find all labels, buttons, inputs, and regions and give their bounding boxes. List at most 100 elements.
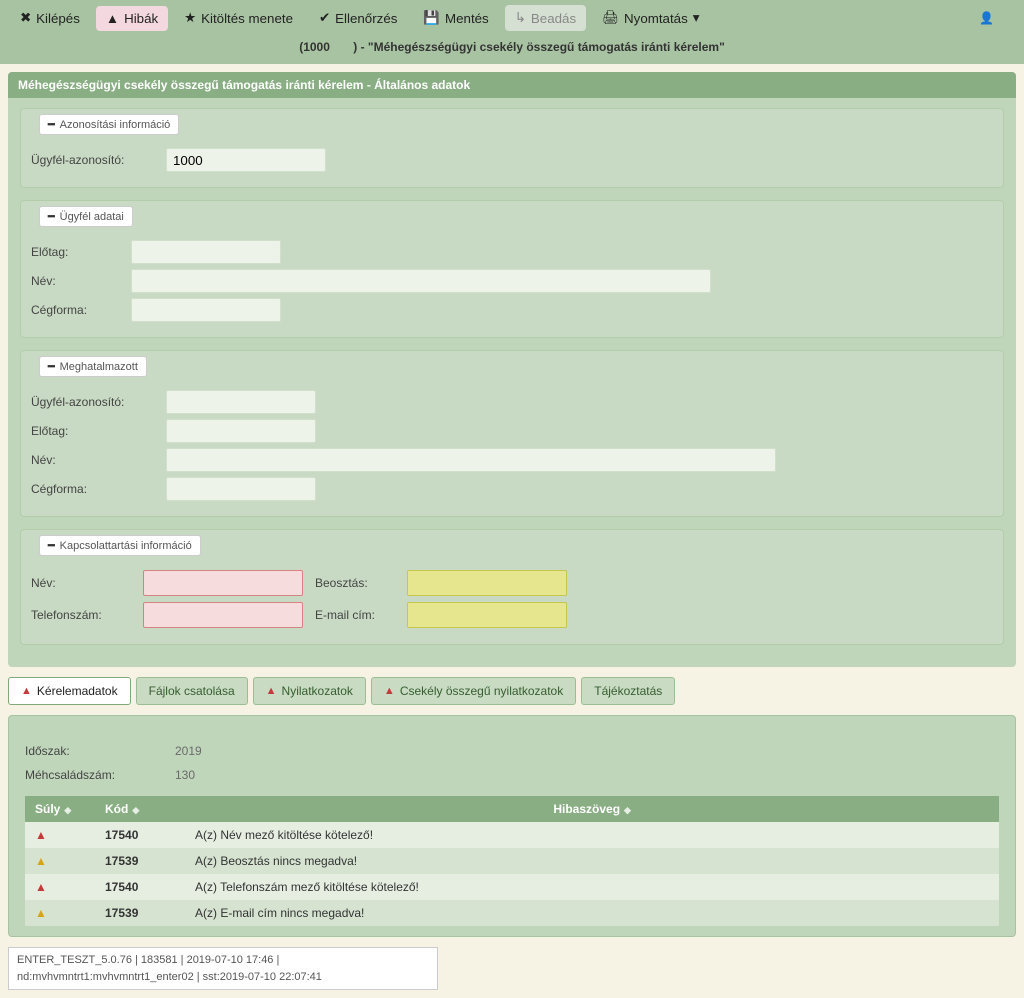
ugyfel-azonosito-field xyxy=(166,148,326,172)
group-meghatalmazott-legend[interactable]: ━ Meghatalmazott xyxy=(39,356,147,377)
severity-icon: ▲ xyxy=(35,880,47,894)
group-ugyfel-label: Ügyfél adatai xyxy=(60,211,124,223)
elotag-label: Előtag: xyxy=(31,245,121,259)
tab-nyilatkozatok-label: Nyilatkozatok xyxy=(282,684,353,698)
check-button[interactable]: ✔ Ellenőrzés xyxy=(309,5,407,31)
sort-icon: ◆ xyxy=(132,805,139,815)
tab-csekely[interactable]: ▲ Csekély összegű nyilatkozatok xyxy=(371,677,576,705)
print-button[interactable]: 🖨 Nyomtatás ▾ xyxy=(592,5,709,31)
tab-fajlok-label: Fájlok csatolása xyxy=(149,684,235,698)
warning-icon: ▲ xyxy=(21,685,32,697)
group-azonositas-legend[interactable]: ━ Azonosítási információ xyxy=(39,114,179,135)
tab-bar: ▲ Kérelemadatok Fájlok csatolása ▲ Nyila… xyxy=(8,677,1016,705)
errors-label: Hibák xyxy=(124,11,158,26)
meghat-nev-label: Név: xyxy=(31,453,156,467)
warning-icon: ▲ xyxy=(106,11,119,26)
col-kod[interactable]: Kód◆ xyxy=(95,796,185,822)
kapcs-nev-label: Név: xyxy=(31,576,131,590)
table-row[interactable]: ▲17540A(z) Név mező kitöltése kötelező! xyxy=(25,822,999,848)
error-message: A(z) Név mező kitöltése kötelező! xyxy=(185,822,999,848)
severity-icon: ▲ xyxy=(35,906,47,920)
mehcsalad-value: 130 xyxy=(175,768,195,782)
save-icon: 💾 xyxy=(423,10,440,26)
footer-line2: nd:mvhvmntrt1:mvhvmntrt1_enter02 | sst:2… xyxy=(17,969,429,986)
sort-icon: ◆ xyxy=(64,805,71,815)
group-meghatalmazott-label: Meghatalmazott xyxy=(60,361,138,373)
subtitle-suffix: ) - "Méhegészségügyi csekély összegű tám… xyxy=(353,40,725,54)
cegforma-field xyxy=(131,298,281,322)
group-kapcsolattartas-label: Kapcsolattartási információ xyxy=(60,540,192,552)
meghat-ugyfelazon-field xyxy=(166,390,316,414)
meghat-cegforma-field xyxy=(166,477,316,501)
tab-csekely-label: Csekély összegű nyilatkozatok xyxy=(400,684,563,698)
nev-label: Név: xyxy=(31,274,121,288)
error-message: A(z) Beosztás nincs megadva! xyxy=(185,848,999,874)
details-panel: Időszak: 2019 Méhcsaládszám: 130 Súly◆ K… xyxy=(8,715,1016,937)
error-code: 17540 xyxy=(105,880,138,894)
exit-button[interactable]: ✖ Kilépés xyxy=(10,5,90,31)
cegforma-label: Cégforma: xyxy=(31,303,121,317)
tab-kerelemadatok-label: Kérelemadatok xyxy=(37,684,118,698)
collapse-icon: ━ xyxy=(48,360,55,373)
user-icon[interactable]: 👤 xyxy=(979,11,994,25)
meghat-cegforma-label: Cégforma: xyxy=(31,482,156,496)
submit-label: Beadás xyxy=(531,11,576,26)
idoszak-value: 2019 xyxy=(175,744,202,758)
print-icon: 🖨 xyxy=(602,10,619,26)
warning-icon: ▲ xyxy=(266,685,277,697)
error-code: 17539 xyxy=(105,906,138,920)
submit-button: ↳ Beadás xyxy=(505,5,586,31)
table-row[interactable]: ▲ 17540 A(z) Telefonszám mező kitöltése kö… xyxy=(25,874,999,900)
check-label: Ellenőrzés xyxy=(335,11,397,26)
group-ugyfel-legend[interactable]: ━ Ügyfél adatai xyxy=(39,206,133,227)
kapcs-telefon-label: Telefonszám: xyxy=(31,608,131,622)
fill-flow-button[interactable]: ★ Kitöltés menete xyxy=(174,5,303,31)
chevron-down-icon: ▾ xyxy=(693,10,700,26)
collapse-icon: ━ xyxy=(48,210,55,223)
errors-button[interactable]: ▲ Hibák xyxy=(96,6,168,31)
tab-nyilatkozatok[interactable]: ▲ Nyilatkozatok xyxy=(253,677,366,705)
ugyfel-azonosito-label: Ügyfél-azonosító: xyxy=(31,153,156,167)
error-table: Súly◆ Kód◆ Hibaszöveg ◆ ▲ 17540 A(z) Név me… xyxy=(25,796,999,926)
subtitle-bar: (1000 ) - "Méhegészségügyi csekély össze… xyxy=(0,36,1024,64)
toolbar: ✖ Kilépés ▲ Hibák ★ Kitöltés menete ✔ El… xyxy=(0,0,1024,36)
fill-flow-label: Kitöltés menete xyxy=(201,11,293,26)
tab-fajlok[interactable]: Fájlok csatolása xyxy=(136,677,248,705)
group-kapcsolattartas: ━ Kapcsolattartási információ Név: Beosz… xyxy=(20,529,1004,645)
kapcs-email-label: E-mail cím: xyxy=(315,608,395,622)
kapcs-beosztas-field[interactable] xyxy=(407,570,567,596)
sort-icon: ◆ xyxy=(624,805,631,815)
table-row[interactable]: ▲17539A(z) Beosztás nincs megadva! xyxy=(25,848,999,874)
group-azonositas-label: Azonosítási információ xyxy=(60,119,171,131)
footer-line1: ENTER_TESZT_5.0.76 | 183581 | 2019-07-10… xyxy=(17,952,429,969)
error-code: 17539 xyxy=(105,854,138,868)
table-row[interactable]: ▲17539A(z) E-mail cím nincs megadva! xyxy=(25,900,999,926)
meghat-ugyfelazon-label: Ügyfél-azonosító: xyxy=(31,395,156,409)
subtitle-prefix: (1000 xyxy=(299,40,330,54)
meghat-elotag-field xyxy=(166,419,316,443)
mehcsalad-label: Méhcsaládszám: xyxy=(25,768,155,782)
error-code: 17540 xyxy=(105,828,138,842)
kapcs-email-field[interactable] xyxy=(407,602,567,628)
warning-icon: ▲ xyxy=(384,685,395,697)
col-suly[interactable]: Súly◆ xyxy=(25,796,95,822)
save-button[interactable]: 💾 Mentés xyxy=(413,5,498,31)
tab-kerelemadatok[interactable]: ▲ Kérelemadatok xyxy=(8,677,131,705)
footer-status: ENTER_TESZT_5.0.76 | 183581 | 2019-07-10… xyxy=(8,947,438,990)
meghat-elotag-label: Előtag: xyxy=(31,424,156,438)
kapcs-telefon-field[interactable] xyxy=(143,602,303,628)
error-message: A(z) Telefonszám mező kitöltése kötelező… xyxy=(185,874,999,900)
group-kapcsolattartas-legend[interactable]: ━ Kapcsolattartási információ xyxy=(39,535,201,556)
col-hibaszoveg-label: Hibaszöveg xyxy=(553,802,620,816)
kapcs-nev-field[interactable] xyxy=(143,570,303,596)
exit-label: Kilépés xyxy=(36,11,80,26)
col-hibaszoveg[interactable]: Hibaszöveg ◆ xyxy=(185,796,999,822)
kapcs-beosztas-label: Beosztás: xyxy=(315,576,395,590)
tab-tajekoztatas[interactable]: Tájékoztatás xyxy=(581,677,675,705)
nev-field xyxy=(131,269,711,293)
collapse-icon: ━ xyxy=(48,539,55,552)
check-icon: ✔ xyxy=(319,10,330,26)
star-icon: ★ xyxy=(184,10,196,26)
idoszak-label: Időszak: xyxy=(25,744,155,758)
group-azonositas: ━ Azonosítási információ Ügyfél-azonosít… xyxy=(20,108,1004,188)
